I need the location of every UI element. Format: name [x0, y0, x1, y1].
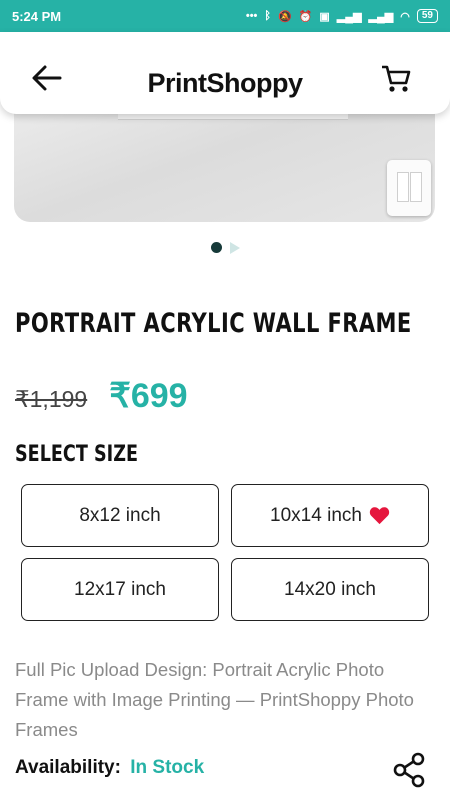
- switch-key: [410, 172, 422, 202]
- product-title: PORTRAIT ACRYLIC WALL FRAME: [15, 308, 412, 339]
- product-image[interactable]: [14, 100, 435, 222]
- status-icons: ••• ᛒ 🔕 ⏰ ▣ ▂▄▆ ▂▄▆ ◠ 59: [246, 9, 438, 23]
- select-size-heading: SELECT SIZE: [15, 442, 138, 467]
- mute-icon: 🔕: [278, 10, 292, 23]
- availability-label: Availability:: [15, 757, 121, 778]
- battery-indicator: 59: [416, 9, 438, 23]
- status-time: 5:24 PM: [12, 8, 62, 24]
- shopping-cart-icon: [382, 65, 411, 92]
- availability-status: In Stock: [130, 757, 205, 778]
- size-option-label: 12x17 inch: [74, 578, 166, 600]
- size-option-label: 10x14 inch: [270, 504, 362, 526]
- carousel-indicator: [0, 242, 450, 254]
- size-option-8x12[interactable]: 8x12 inch: [21, 484, 219, 547]
- cart-button[interactable]: [380, 64, 412, 94]
- availability: Availability: In Stock: [15, 757, 204, 779]
- wall-switch-plate: [387, 160, 431, 216]
- product-description: Full Pic Upload Design: Portrait Acrylic…: [15, 659, 414, 740]
- share-button[interactable]: [392, 752, 426, 788]
- wifi-icon: ◠: [400, 10, 410, 23]
- status-bar: 5:24 PM ••• ᛒ 🔕 ⏰ ▣ ▂▄▆ ▂▄▆ ◠ 59: [0, 0, 450, 32]
- volte-icon: ▣: [319, 10, 330, 23]
- size-option-label: 8x12 inch: [79, 504, 161, 526]
- signal-icon: ▂▄▆: [336, 10, 362, 23]
- size-option-10x14[interactable]: 10x14 inch: [231, 484, 429, 547]
- carousel-dot-next[interactable]: [229, 242, 240, 254]
- size-option-label: 14x20 inch: [284, 578, 376, 600]
- alarm-icon: ⏰: [298, 10, 313, 23]
- more-notifications-icon: •••: [245, 10, 258, 22]
- size-option-12x17[interactable]: 12x17 inch: [21, 558, 219, 621]
- sale-price: ₹699: [109, 377, 188, 415]
- signal-icon-2: ▂▄▆: [368, 10, 394, 23]
- size-option-14x20[interactable]: 14x20 inch: [231, 558, 429, 621]
- share-icon: [393, 752, 425, 788]
- switch-key: [397, 172, 409, 202]
- carousel-dot-active[interactable]: [210, 242, 222, 253]
- app-header: PrintShoppy: [0, 32, 450, 114]
- price-block: ₹1,199 ₹699: [15, 376, 188, 416]
- heart-icon: [369, 507, 390, 525]
- original-price: ₹1,199: [15, 386, 88, 412]
- bluetooth-icon: ᛒ: [264, 10, 272, 22]
